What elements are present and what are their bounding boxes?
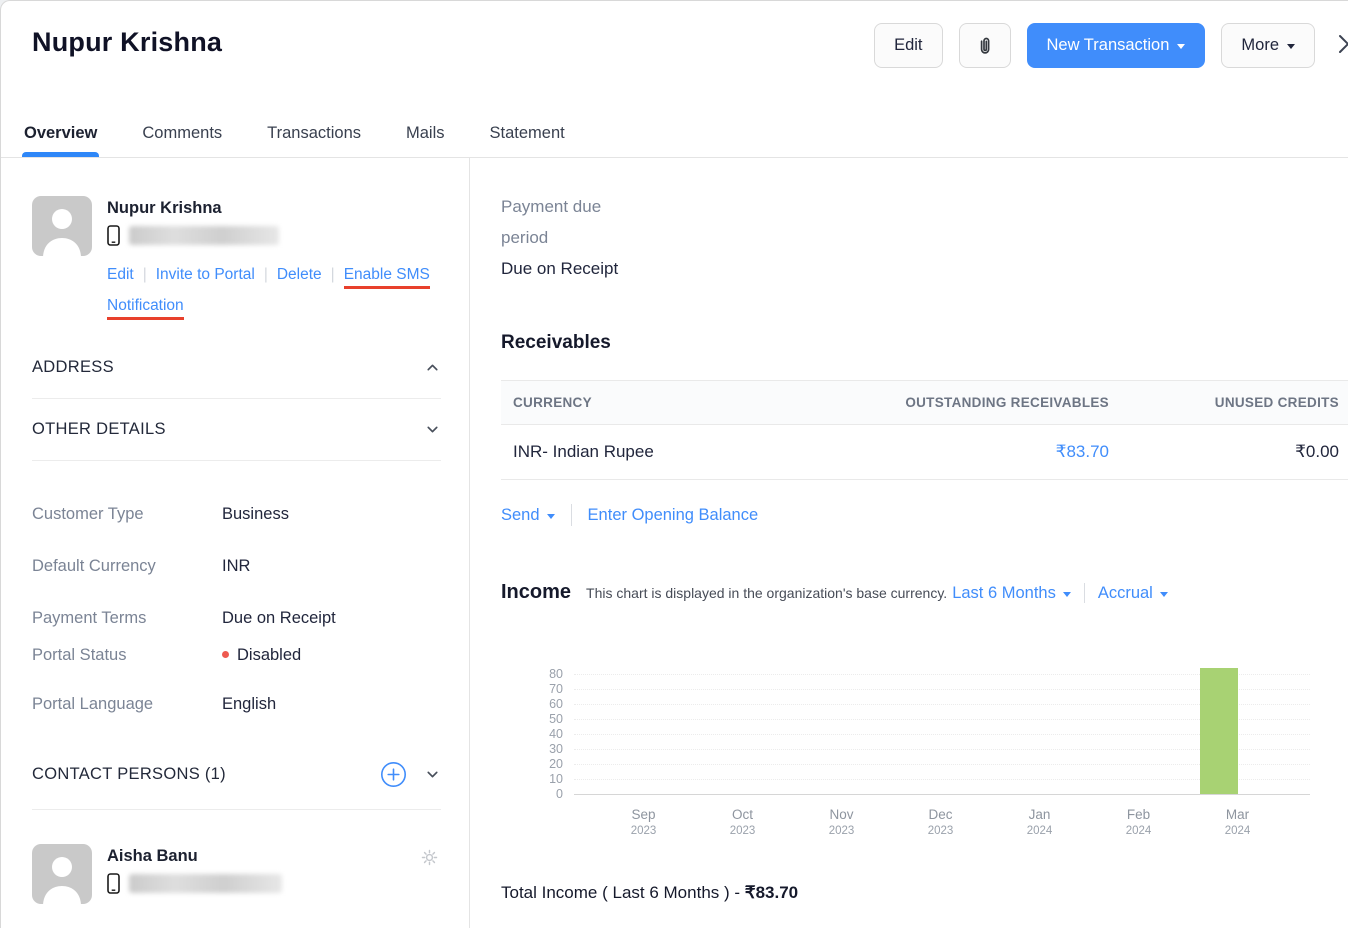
section-other-details[interactable]: OTHER DETAILS	[32, 420, 441, 461]
customer-sidebar: Nupur Krishna Edit|Invite to Portal|Dele…	[1, 158, 470, 928]
mobile-phone-icon	[107, 873, 120, 894]
caret-down-icon	[547, 514, 555, 519]
income-chart-xlabels: Sep2023Oct2023Nov2023Dec2023Jan2024Feb20…	[594, 806, 1287, 840]
tab-overview[interactable]: Overview	[24, 109, 97, 157]
customer-actions: Edit|Invite to Portal|Delete|Enable SMS …	[107, 259, 437, 321]
detail-row-portal-status: Portal Status Disabled	[32, 646, 441, 665]
income-title: Income	[501, 581, 571, 604]
other-details-section-label: OTHER DETAILS	[32, 420, 166, 439]
income-bar	[1200, 668, 1238, 794]
currency-cell: INR- Indian Rupee	[513, 442, 669, 462]
receivables-actions: Send Enter Opening Balance	[501, 504, 1348, 526]
gear-icon[interactable]	[420, 848, 439, 867]
detail-row-payment-terms: Payment Terms Due on Receipt	[32, 609, 441, 628]
chevron-down-icon[interactable]	[424, 766, 441, 783]
chevron-down-icon[interactable]	[424, 421, 441, 438]
x-tick-label: Dec2023	[891, 806, 990, 840]
redacted-phone-number	[129, 226, 279, 245]
detail-row-portal-language: Portal Language English	[32, 695, 441, 714]
contact-avatar	[32, 844, 92, 904]
new-transaction-button[interactable]: New Transaction	[1027, 23, 1206, 68]
contact-phone-row	[107, 873, 437, 894]
page-header: Nupur Krishna Edit New Transaction More	[1, 1, 1348, 109]
tab-statement[interactable]: Statement	[490, 109, 565, 157]
mobile-phone-icon	[107, 225, 120, 246]
caret-down-icon	[1287, 44, 1295, 49]
more-button[interactable]: More	[1221, 23, 1315, 68]
address-section-label: ADDRESS	[32, 358, 114, 377]
caret-down-icon	[1063, 592, 1071, 597]
edit-button[interactable]: Edit	[874, 23, 942, 68]
income-chart-ylabels: 01020304050607080	[501, 660, 563, 795]
contact-persons-section-label: CONTACT PERSONS (1)	[32, 765, 226, 784]
income-section-header: Income This chart is displayed in the or…	[501, 581, 1348, 604]
total-income-line: Total Income ( Last 6 Months ) - ₹83.70	[501, 883, 1348, 903]
invite-to-portal-link[interactable]: Invite to Portal	[156, 266, 255, 283]
send-dropdown[interactable]: Send	[501, 506, 555, 525]
caret-down-icon	[1160, 592, 1168, 597]
overview-main-panel: Payment due period Due on Receipt Receiv…	[470, 158, 1348, 928]
paperclip-icon	[975, 35, 995, 57]
detail-row-default-currency: Default Currency INR	[32, 557, 441, 576]
receivables-table-header: CURRENCY OUTSTANDING RECEIVABLES UNUSED …	[501, 380, 1348, 425]
attachment-button[interactable]	[959, 23, 1011, 68]
tab-mails[interactable]: Mails	[406, 109, 445, 157]
tab-comments[interactable]: Comments	[142, 109, 222, 157]
x-tick-label: Nov2023	[792, 806, 891, 840]
detail-row-customer-type: Customer Type Business	[32, 505, 441, 524]
enter-opening-balance-link[interactable]: Enter Opening Balance	[588, 506, 759, 525]
income-chart-plot	[574, 660, 1310, 795]
section-address[interactable]: ADDRESS	[32, 358, 441, 399]
accrual-dropdown[interactable]: Accrual	[1098, 584, 1168, 603]
divider	[1084, 583, 1085, 603]
payment-due-period-label: Payment due period	[501, 191, 636, 253]
customer-edit-link[interactable]: Edit	[107, 266, 134, 283]
receivables-title: Receivables	[501, 332, 1348, 354]
x-tick-label: Sep2023	[594, 806, 693, 840]
person-icon	[32, 196, 92, 256]
income-note: This chart is displayed in the organizat…	[586, 585, 947, 601]
more-button-label: More	[1241, 36, 1279, 55]
contact-name: Aisha Banu	[107, 844, 437, 866]
divider	[571, 504, 572, 526]
table-row: INR- Indian Rupee ₹83.70 ₹0.00	[501, 425, 1348, 480]
section-contact-persons[interactable]: CONTACT PERSONS (1)	[32, 761, 441, 810]
customer-name: Nupur Krishna	[107, 196, 437, 218]
caret-down-icon	[1177, 44, 1185, 49]
customer-avatar	[32, 196, 92, 256]
customer-phone-row	[107, 225, 437, 246]
contact-person-card: Aisha Banu	[32, 844, 441, 904]
col-currency: CURRENCY	[513, 395, 669, 410]
status-dot	[222, 651, 229, 658]
tab-bar: Overview Comments Transactions Mails Sta…	[1, 109, 1348, 158]
portal-status-value: Disabled	[222, 646, 301, 665]
x-tick-label: Mar2024	[1188, 806, 1287, 840]
outstanding-receivables-link[interactable]: ₹83.70	[669, 442, 1109, 462]
page-title: Nupur Krishna	[32, 27, 222, 58]
add-contact-person-button[interactable]	[380, 761, 407, 788]
redacted-phone-number	[129, 874, 282, 893]
x-tick-label: Feb2024	[1089, 806, 1188, 840]
tab-transactions[interactable]: Transactions	[267, 109, 361, 157]
payment-due-period-value: Due on Receipt	[501, 253, 1348, 284]
x-tick-label: Jan2024	[990, 806, 1089, 840]
header-actions: Edit New Transaction More	[874, 23, 1315, 68]
customer-details-list: Customer Type Business Default Currency …	[32, 505, 441, 714]
customer-summary-card: Nupur Krishna Edit|Invite to Portal|Dele…	[32, 196, 441, 321]
unused-credits-cell: ₹0.00	[1109, 442, 1339, 462]
total-income-value: ₹83.70	[745, 883, 798, 902]
col-unused: UNUSED CREDITS	[1109, 395, 1339, 410]
receivables-table: CURRENCY OUTSTANDING RECEIVABLES UNUSED …	[501, 380, 1348, 480]
edit-button-label: Edit	[894, 36, 922, 55]
delete-link[interactable]: Delete	[277, 266, 322, 283]
new-transaction-label: New Transaction	[1047, 36, 1170, 55]
customer-detail-page: Nupur Krishna Edit New Transaction More	[0, 0, 1348, 928]
person-icon	[32, 844, 92, 904]
col-outstanding: OUTSTANDING RECEIVABLES	[669, 395, 1109, 410]
close-icon[interactable]	[1337, 31, 1348, 57]
period-dropdown[interactable]: Last 6 Months	[952, 584, 1071, 603]
income-chart: 01020304050607080 Sep2023Oct2023Nov2023D…	[501, 660, 1348, 852]
x-tick-label: Oct2023	[693, 806, 792, 840]
chevron-up-icon[interactable]	[424, 359, 441, 376]
